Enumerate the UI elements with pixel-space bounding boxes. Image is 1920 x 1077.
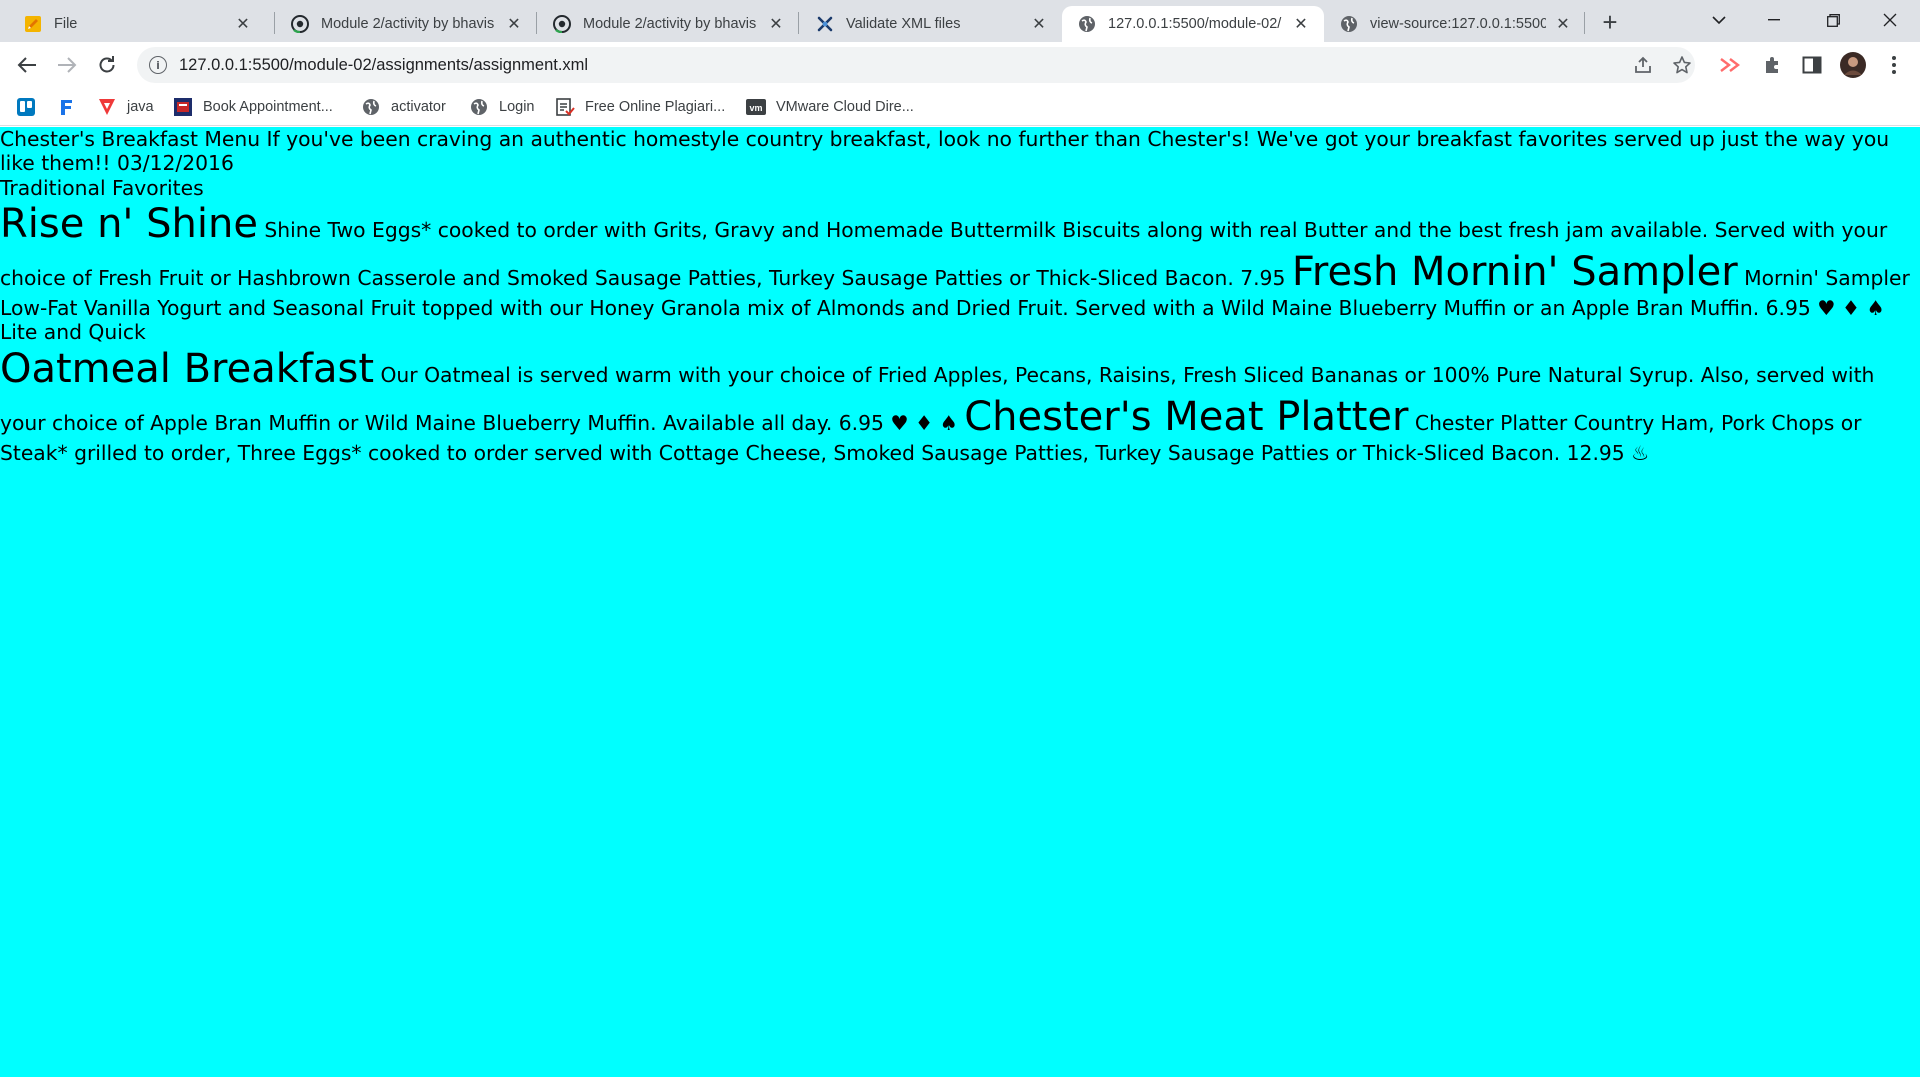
extension-redirect-icon[interactable] bbox=[1715, 50, 1745, 80]
bookmark-plagiarism[interactable]: Free Online Plagiari... bbox=[555, 94, 725, 120]
close-tab-icon[interactable]: ✕ bbox=[1290, 13, 1312, 35]
bookmark-label: java bbox=[127, 99, 154, 115]
bookmark-star-icon[interactable] bbox=[1667, 50, 1697, 80]
section-lite-and-quick: Lite and Quick bbox=[0, 320, 146, 345]
tab-strip: File ✕ Module 2/activity by bhavis ✕ Mod… bbox=[0, 0, 1920, 42]
item-title-fresh-mornin-sampler: Fresh Mornin' Sampler bbox=[1291, 249, 1738, 296]
section-traditional-favorites: Traditional Favorites bbox=[0, 175, 204, 200]
tab-title: Module 2/activity by bhavis bbox=[321, 16, 495, 32]
browser-toolbar: i 127.0.0.1:5500/module-02/assignments/a… bbox=[0, 42, 1920, 88]
minimize-icon[interactable] bbox=[1746, 0, 1802, 40]
section-lite-items: Oatmeal Breakfast Our Oatmeal is served … bbox=[0, 345, 1920, 465]
close-tab-icon[interactable]: ✕ bbox=[1028, 13, 1050, 35]
tab-title: Module 2/activity by bhavis bbox=[583, 16, 757, 32]
breakfast-menu: Chester's Breakfast Menu If you've been … bbox=[0, 127, 1920, 465]
tab-view-source[interactable]: view-source:127.0.0.1:5500/ ✕ bbox=[1324, 6, 1586, 42]
vivaldi-icon bbox=[97, 97, 117, 117]
site-info-icon[interactable]: i bbox=[149, 56, 167, 74]
github-icon bbox=[291, 15, 309, 33]
item-title-rise-n-shine: Rise n' Shine bbox=[0, 201, 258, 248]
side-panel-icon[interactable] bbox=[1797, 50, 1827, 80]
tab-github-1[interactable]: Module 2/activity by bhavis ✕ bbox=[275, 6, 537, 42]
item-title-oatmeal-breakfast: Oatmeal Breakfast bbox=[0, 345, 375, 392]
bookmark-label: Free Online Plagiari... bbox=[585, 99, 726, 115]
tab-separator bbox=[798, 12, 799, 34]
close-tab-icon[interactable]: ✕ bbox=[232, 13, 254, 35]
f-logo-icon bbox=[56, 97, 76, 117]
menu-kebab-icon[interactable] bbox=[1879, 50, 1909, 80]
bookmark-login[interactable]: Login bbox=[469, 94, 534, 120]
trello-icon bbox=[16, 97, 36, 117]
tab-title: Validate XML files bbox=[846, 16, 961, 32]
tab-title: File bbox=[54, 16, 78, 32]
bookmark-label: activator bbox=[391, 99, 446, 115]
vmware-icon: vm bbox=[746, 97, 766, 117]
globe-icon bbox=[1340, 15, 1358, 33]
svg-text:vm: vm bbox=[749, 103, 762, 113]
tab-file[interactable]: File ✕ bbox=[8, 6, 266, 42]
bookmark-vmware[interactable]: vm VMware Cloud Dire... bbox=[746, 94, 914, 120]
close-tab-icon[interactable]: ✕ bbox=[1552, 13, 1574, 35]
bookmark-book-appointment[interactable]: Book Appointment... bbox=[173, 94, 333, 120]
bookmark-label: VMware Cloud Dire... bbox=[776, 99, 914, 115]
close-tab-icon[interactable]: ✕ bbox=[765, 13, 787, 35]
globe-icon bbox=[469, 97, 489, 117]
tab-validate-xml[interactable]: Validate XML files ✕ bbox=[800, 6, 1062, 42]
restore-icon[interactable] bbox=[1805, 0, 1861, 40]
tab-title: 127.0.0.1:5500/module-02/ bbox=[1108, 16, 1282, 32]
bookmark-label: Book Appointment... bbox=[203, 99, 333, 115]
bookmarks-bar: java Book Appointment... activator Login… bbox=[0, 88, 1920, 126]
xml-validator-icon bbox=[816, 15, 834, 33]
close-tab-icon[interactable]: ✕ bbox=[503, 13, 525, 35]
forward-arrow-icon[interactable] bbox=[52, 50, 82, 80]
share-icon[interactable] bbox=[1628, 50, 1658, 80]
plagiarism-checker-icon bbox=[555, 97, 575, 117]
back-arrow-icon[interactable] bbox=[12, 50, 42, 80]
globe-icon bbox=[1078, 15, 1096, 33]
github-icon bbox=[553, 15, 571, 33]
address-bar[interactable]: i 127.0.0.1:5500/module-02/assignments/a… bbox=[137, 47, 1695, 83]
close-window-icon[interactable] bbox=[1862, 0, 1918, 40]
menu-header: Chester's Breakfast Menu If you've been … bbox=[0, 127, 1890, 176]
profile-avatar-icon[interactable] bbox=[1838, 50, 1868, 80]
tab-separator bbox=[1584, 12, 1585, 34]
book-appointment-icon bbox=[173, 97, 193, 117]
new-tab-plus-icon[interactable]: + bbox=[1596, 7, 1624, 37]
bookmark-label: Login bbox=[499, 99, 535, 115]
tab-search-chevron-icon[interactable] bbox=[1691, 0, 1747, 40]
extensions-puzzle-icon[interactable] bbox=[1757, 50, 1787, 80]
bookmark-activator[interactable]: activator bbox=[361, 94, 446, 120]
reload-icon[interactable] bbox=[92, 50, 122, 80]
url-text[interactable]: 127.0.0.1:5500/module-02/assignments/ass… bbox=[179, 56, 588, 75]
bookmark-java[interactable]: java bbox=[97, 94, 154, 120]
tab-title: view-source:127.0.0.1:5500/ bbox=[1370, 16, 1546, 32]
section-traditional-items: Rise n' Shine Shine Two Eggs* cooked to … bbox=[0, 200, 1920, 320]
bookmark-f[interactable] bbox=[56, 94, 86, 120]
item-title-chesters-meat-platter: Chester's Meat Platter bbox=[964, 393, 1409, 440]
bookmark-trello[interactable] bbox=[16, 94, 46, 120]
page-content: Chester's Breakfast Menu If you've been … bbox=[0, 127, 1920, 1077]
tab-github-2[interactable]: Module 2/activity by bhavis ✕ bbox=[537, 6, 799, 42]
tab-localhost-active[interactable]: 127.0.0.1:5500/module-02/ ✕ bbox=[1062, 6, 1324, 42]
globe-icon bbox=[361, 97, 381, 117]
pencil-file-icon bbox=[24, 15, 42, 33]
